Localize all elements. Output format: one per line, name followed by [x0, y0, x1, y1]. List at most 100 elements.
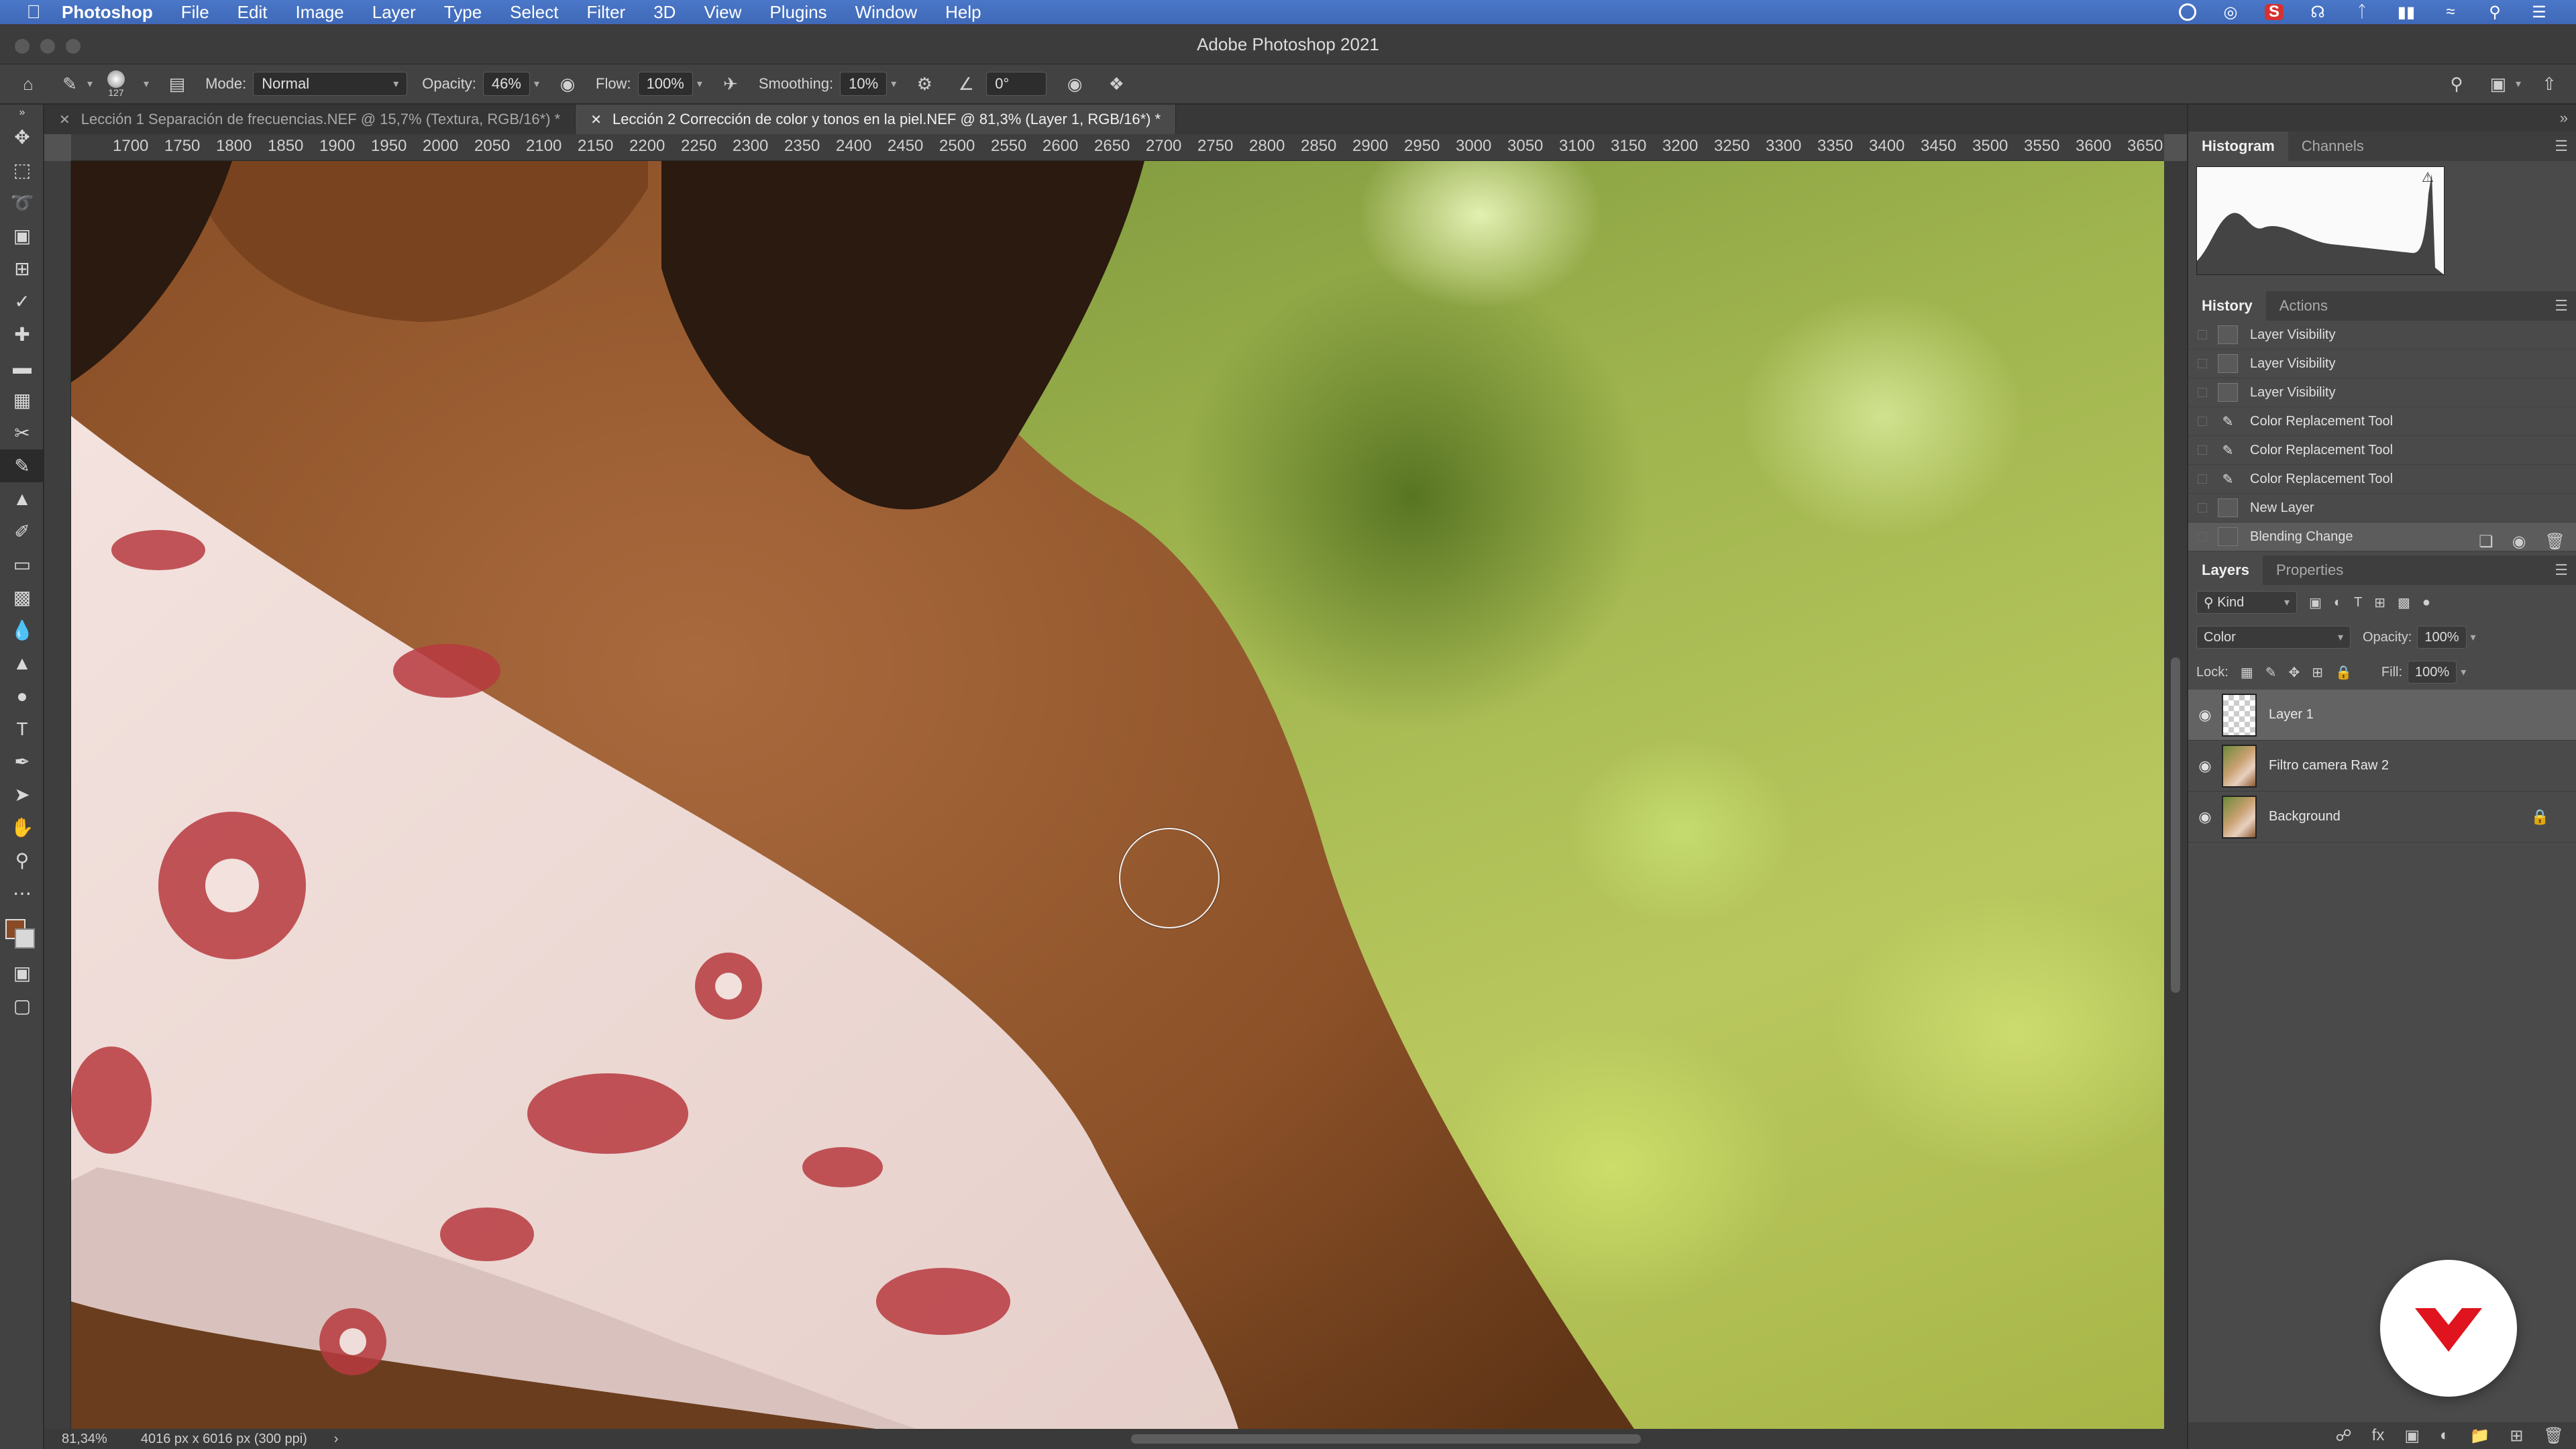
chevron-down-icon[interactable]: ▾ — [87, 77, 93, 91]
snapshot-checkbox[interactable] — [2198, 330, 2207, 339]
menu-help[interactable]: Help — [945, 2, 981, 23]
mask-icon[interactable]: ▣ — [2404, 1426, 2420, 1446]
window-controls[interactable] — [15, 39, 80, 54]
gradient-tool-icon[interactable]: ▩ — [0, 581, 44, 614]
lock-transparent-icon[interactable]: ▦ — [2241, 664, 2253, 681]
adjustment-icon[interactable]: ◐ — [2440, 1426, 2450, 1445]
angle-field[interactable]: 0° — [986, 72, 1047, 96]
search-icon[interactable]: ⚲ — [2443, 70, 2470, 97]
tab-actions[interactable]: Actions — [2266, 291, 2341, 321]
ruler-tool-icon[interactable]: ▬ — [0, 351, 44, 384]
fx-icon[interactable]: fx — [2372, 1426, 2385, 1445]
zoom-tool-icon[interactable]: ⚲ — [0, 844, 44, 877]
link-icon[interactable]: ☍ — [2335, 1426, 2351, 1446]
brush-tool-icon[interactable]: ✎ — [56, 70, 83, 97]
share-icon[interactable]: ⇧ — [2536, 70, 2563, 97]
layer-row[interactable]: ◉ Background 🔒 — [2188, 792, 2576, 843]
frame-tool-icon[interactable]: ▦ — [0, 384, 44, 417]
menu-type[interactable]: Type — [444, 2, 482, 23]
tab-histogram[interactable]: Histogram — [2188, 131, 2288, 161]
snapshot-checkbox[interactable] — [2198, 359, 2207, 368]
close-icon[interactable]: ✕ — [59, 111, 70, 128]
new-document-from-state-icon[interactable]: ❏ — [2479, 532, 2493, 551]
home-icon[interactable]: ⌂ — [15, 70, 42, 97]
chevron-down-icon[interactable]: ▾ — [2461, 665, 2466, 679]
smoothing-field[interactable]: 10% — [840, 72, 888, 96]
snapshot-checkbox[interactable] — [2198, 503, 2207, 513]
symmetry-icon[interactable]: ❖ — [1103, 70, 1130, 97]
chevron-right-icon[interactable]: › — [334, 1432, 339, 1447]
vertical-scrollbar[interactable] — [2164, 161, 2187, 1429]
menu-layer[interactable]: Layer — [372, 2, 416, 23]
quick-mask-icon[interactable]: ▣ — [0, 957, 44, 989]
menu-photoshop[interactable]: Photoshop — [62, 2, 153, 23]
cc-icon[interactable]: ◎ — [2220, 3, 2241, 21]
filter-pixel-icon[interactable]: ▣ — [2309, 594, 2322, 611]
history-item[interactable]: Layer Visibility — [2188, 378, 2576, 407]
menu-file[interactable]: File — [181, 2, 209, 23]
tab-leccion-1[interactable]: ✕ Lección 1 Separación de frecuencias.NE… — [44, 105, 576, 134]
blend-mode-select[interactable]: Color ▾ — [2196, 626, 2351, 649]
layer-thumbnail[interactable] — [2222, 693, 2257, 737]
horizontal-scrollbar-thumb[interactable] — [1131, 1434, 1641, 1444]
lock-icon[interactable]: 🔒 — [2531, 808, 2549, 826]
tab-channels[interactable]: Channels — [2288, 131, 2377, 161]
chevron-down-icon[interactable]: ▾ — [891, 77, 896, 91]
battery-icon[interactable]: ▮▮ — [2396, 3, 2416, 21]
folder-icon[interactable]: 📁 — [2470, 1426, 2490, 1446]
crop-tool-icon[interactable]: ⊞ — [0, 252, 44, 285]
layer-name[interactable]: Background — [2269, 809, 2341, 824]
panel-menu-icon[interactable]: ☰ — [2555, 131, 2568, 161]
wifi-icon[interactable]: ≈ — [2440, 3, 2461, 21]
path-select-tool-icon[interactable]: ➤ — [0, 778, 44, 811]
more-tools-icon[interactable]: ⋯ — [0, 877, 44, 910]
history-item[interactable]: Layer Visibility — [2188, 321, 2576, 350]
collapse-icon[interactable]: » — [2560, 105, 2568, 131]
pressure-opacity-icon[interactable]: ◉ — [554, 70, 581, 97]
search-icon[interactable]: ⚲ — [2485, 3, 2505, 21]
panel-menu-icon[interactable]: ☰ — [2555, 555, 2568, 585]
stamp-tool-icon[interactable]: ▲ — [0, 482, 44, 515]
zoom-level[interactable]: 81,34% — [62, 1432, 107, 1447]
background-color[interactable] — [15, 928, 35, 949]
filter-adjustment-icon[interactable]: ◐ — [2334, 595, 2342, 610]
history-item[interactable]: ✎ Color Replacement Tool — [2188, 465, 2576, 494]
blur-tool-icon[interactable]: 💧 — [0, 614, 44, 647]
screen-mode-icon[interactable]: ▢ — [0, 989, 44, 1022]
lock-artboard-icon[interactable]: ⊞ — [2312, 664, 2323, 681]
tab-leccion-2[interactable]: ✕ Lección 2 Corrección de color y tonos … — [576, 105, 1177, 134]
eye-icon[interactable]: ◉ — [2188, 706, 2222, 724]
warning-icon[interactable]: ⚠ — [2422, 169, 2440, 185]
chevron-down-icon[interactable]: ▾ — [144, 77, 149, 91]
gear-icon[interactable]: ⚙ — [911, 70, 938, 97]
object-select-tool-icon[interactable]: ▣ — [0, 219, 44, 252]
layer-row[interactable]: ◉ Layer 1 — [2188, 690, 2576, 741]
chevron-down-icon[interactable]: ▾ — [697, 77, 702, 91]
layer-row[interactable]: ◉ Filtro camera Raw 2 — [2188, 741, 2576, 792]
chevron-down-icon[interactable]: ▾ — [2471, 631, 2476, 644]
camera-icon[interactable]: ◉ — [2512, 532, 2526, 551]
menu-edit[interactable]: Edit — [237, 2, 268, 23]
chevron-down-icon[interactable]: ▾ — [2516, 77, 2521, 91]
brush-size-picker[interactable]: 127 — [107, 70, 125, 97]
filter-shape-icon[interactable]: ⊞ — [2374, 594, 2385, 611]
menu-plugins[interactable]: Plugins — [769, 2, 826, 23]
dodge-tool-icon[interactable]: ● — [0, 680, 44, 712]
snapshot-checkbox[interactable] — [2198, 445, 2207, 455]
record-icon[interactable] — [2179, 3, 2196, 21]
layer-name[interactable]: Layer 1 — [2269, 707, 2314, 722]
eyedropper-tool-icon[interactable]: ✓ — [0, 285, 44, 318]
pressure-size-icon[interactable]: ◉ — [1061, 70, 1088, 97]
tab-properties[interactable]: Properties — [2263, 555, 2357, 585]
s-icon[interactable]: S — [2265, 3, 2284, 21]
filter-smart-object-icon[interactable]: ▩ — [2398, 594, 2410, 611]
document-canvas[interactable] — [71, 161, 2164, 1429]
history-item[interactable]: ✎ Color Replacement Tool — [2188, 436, 2576, 465]
workspace-icon[interactable]: ▣ — [2485, 70, 2512, 97]
new-layer-icon[interactable]: ⊞ — [2510, 1426, 2523, 1446]
filter-type-icon[interactable]: T — [2354, 595, 2362, 610]
menu-filter[interactable]: Filter — [586, 2, 625, 23]
marquee-tool-icon[interactable]: ⬚ — [0, 154, 44, 186]
collapse-icon[interactable]: » — [0, 105, 44, 121]
scrollbar-thumb[interactable] — [2171, 657, 2180, 993]
